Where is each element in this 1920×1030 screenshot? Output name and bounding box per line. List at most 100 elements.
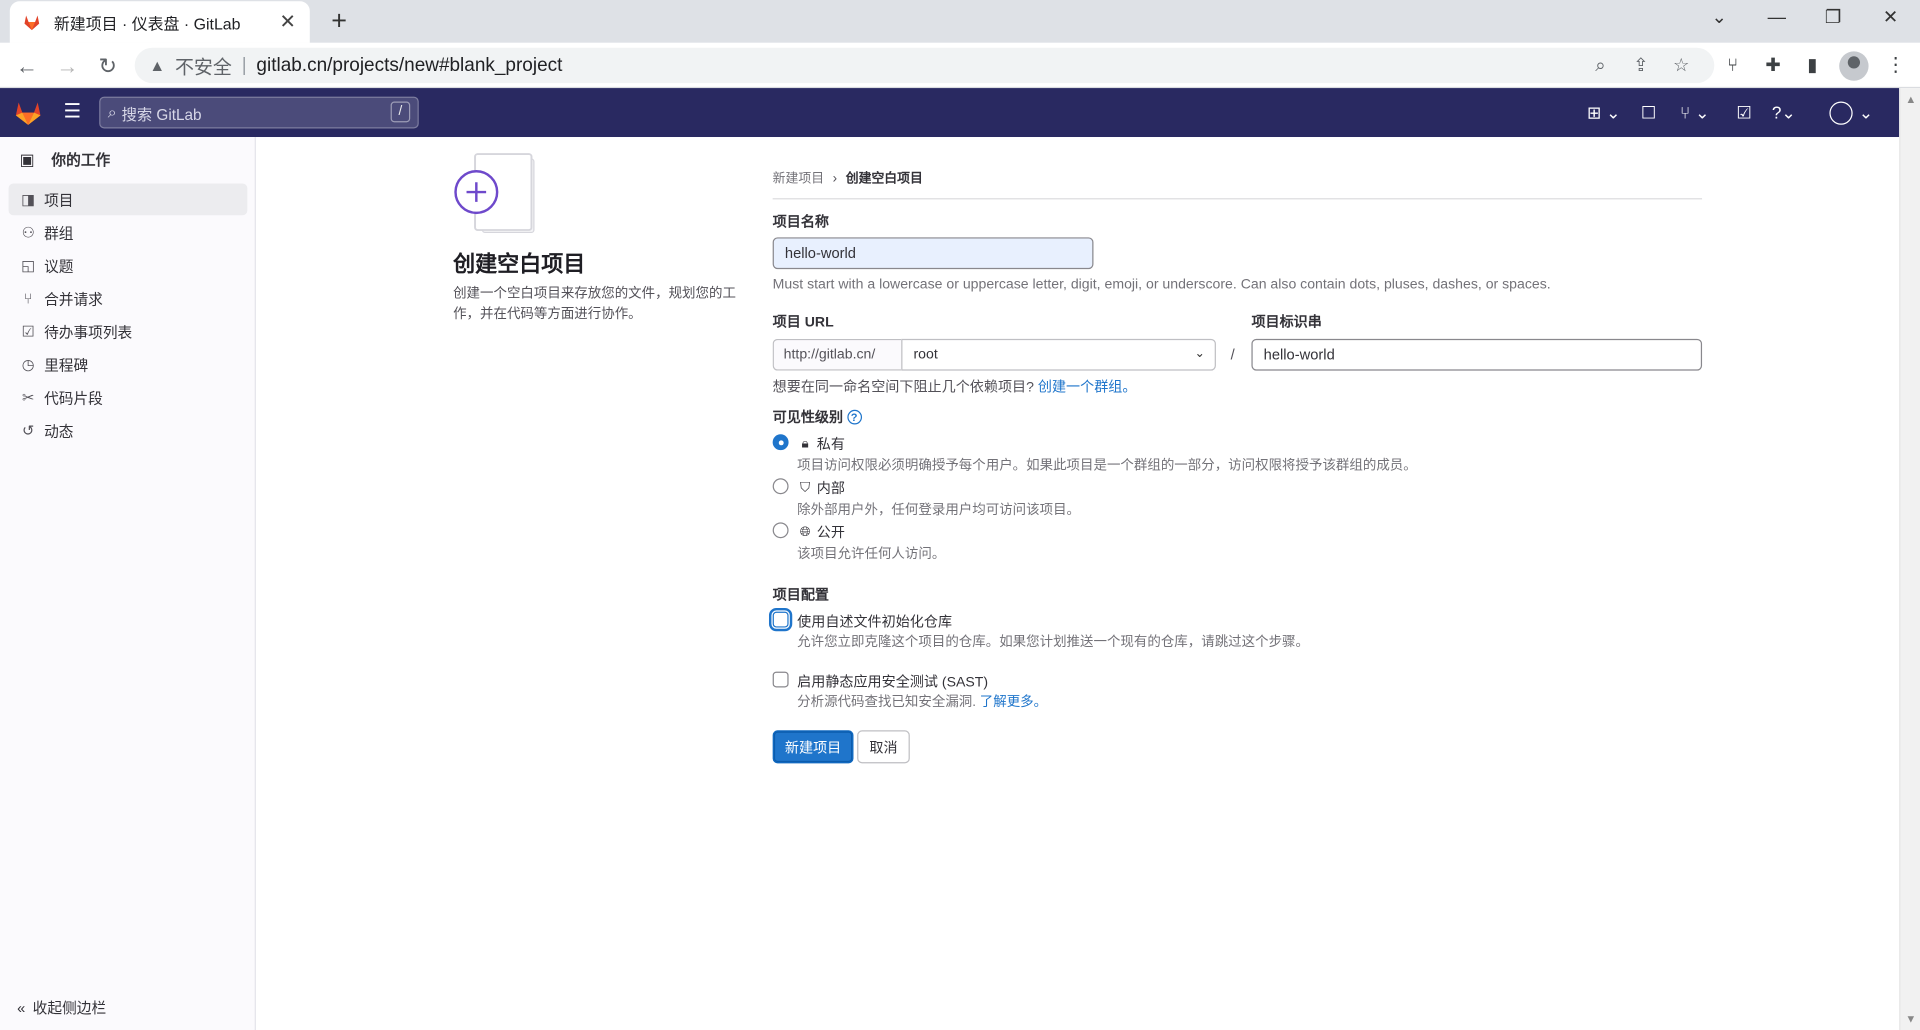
menu-hamburger-icon[interactable]: ☰ [61,100,83,124]
namespace-select[interactable]: root ⌄ [901,338,1216,371]
profile-avatar-icon[interactable] [1839,51,1869,81]
create-new-icon[interactable]: ⊞ ⌄ [1587,100,1621,124]
sidebar-item-activity[interactable]: ↺ 动态 [9,415,248,447]
sast-desc-end: 。 [1033,694,1048,710]
visibility-label: 可见性级别 ? [773,407,862,427]
browser-tab-bar: 新建项目 · 仪表盘 · GitLab ✕ + ⌄ — ❐ ✕ [0,0,1920,43]
side-panel-icon[interactable]: ▮ [1798,51,1827,80]
close-window-icon[interactable]: ✕ [1872,5,1909,32]
group-icon: ⚇ [21,223,35,241]
visibility-private-label: 私有 [816,437,845,453]
project-config-label: 项目配置 [772,588,829,604]
lock-icon: 🔒︎ [801,436,809,451]
extension-gitlab-icon[interactable]: ⑂ [1718,51,1747,80]
sast-learn-more-link[interactable]: 了解更多 [980,695,1034,710]
sidebar-item-label: 待办事项列表 [44,323,133,341]
url-text: gitlab.cn/projects/new#blank_project [256,54,563,76]
visibility-internal-radio[interactable] [772,478,789,495]
bookmark-star-icon[interactable]: ☆ [1668,53,1695,80]
breadcrumb-parent[interactable]: 新建项目 [773,169,824,187]
sidebar-item-todos[interactable]: ☑ 待办事项列表 [9,316,248,348]
readme-checkbox[interactable] [772,611,789,628]
sast-label[interactable]: 启用静态应用安全测试 (SAST) [797,672,988,692]
scroll-down-icon[interactable]: ▼ [1905,1013,1916,1025]
forward-icon[interactable]: → [53,51,82,80]
sidebar-item-label: 里程碑 [44,356,89,374]
collapse-sidebar-label: 收起侧边栏 [32,999,107,1017]
new-tab-button[interactable]: + [326,7,353,34]
scroll-up-icon[interactable]: ▲ [1905,93,1916,105]
cancel-button[interactable]: 取消 [857,730,910,764]
sidebar-item-issues[interactable]: ◱ 议题 [9,250,248,282]
shield-icon: ⛉ [800,480,811,495]
search-placeholder: 搜索 GitLab [121,105,202,123]
sast-checkbox[interactable] [772,671,789,688]
todo-icon: ☑ [21,322,35,341]
address-separator: | [241,54,247,76]
create-group-link[interactable]: 创建一个群组 [1038,380,1122,395]
sidebar-item-groups[interactable]: ⚇ 群组 [9,217,248,249]
double-chevron-left-icon: « [17,998,26,1016]
create-project-button[interactable]: 新建项目 [772,730,854,764]
share-icon[interactable]: ⇪ [1627,53,1654,80]
sidebar-item-merge-requests[interactable]: ⑂ 合并请求 [9,283,248,315]
breadcrumb: 新建项目 › 创建空白项目 [773,169,923,187]
browser-menu-icon[interactable]: ⋮ [1886,51,1906,80]
visibility-public-radio[interactable] [772,522,789,539]
sidebar-item-label: 代码片段 [44,389,103,407]
visibility-private-desc: 项目访问权限必须明确授予每个用户。如果此项目是一个群组的一部分，访问权限将授予该… [797,458,1417,474]
back-icon[interactable]: ← [12,51,41,80]
restore-icon[interactable]: ❐ [1815,5,1852,32]
visibility-internal-option[interactable]: ⛉ 内部 [797,478,845,498]
sidebar: ▣ 你的工作 ◨ 项目 ⚇ 群组 ◱ 议题 ⑂ 合并请求 ☑ 待办事项列表 ◷ … [0,137,256,1030]
project-name-help: Must start with a lowercase or uppercase… [772,277,1551,293]
vertical-scrollbar[interactable]: ▲ ▼ [1899,88,1920,1030]
globe-icon: 🌐︎ [799,524,811,539]
sidebar-item-projects[interactable]: ◨ 项目 [8,183,248,216]
todos-nav-icon[interactable]: ☑ [1736,100,1751,124]
visibility-private-option[interactable]: 🔒︎ 私有 [797,434,845,454]
browser-tab[interactable]: 新建项目 · 仪表盘 · GitLab ✕ [9,1,310,43]
sidebar-item-label: 群组 [44,224,74,242]
readme-desc: 允许您立即克隆这个项目的仓库。如果您计划推送一个现有的仓库，请跳过这个步骤。 [797,634,1309,650]
visibility-public-option[interactable]: 🌐︎ 公开 [797,522,845,542]
user-avatar-icon[interactable] [1829,101,1853,125]
search-input[interactable]: ⌕ 搜索 GitLab / [99,96,419,129]
minimize-icon[interactable]: — [1758,5,1795,32]
page-title: 创建空白项目 [453,251,586,277]
reload-icon[interactable]: ↻ [93,51,122,80]
sast-desc-line: 分析源代码查找已知安全漏洞. 了解更多。 [797,691,1047,711]
collapse-sidebar-button[interactable]: « 收起侧边栏 [17,997,106,1018]
sidebar-item-label: 议题 [44,257,74,275]
visibility-public-desc: 该项目允许任何人访问。 [797,546,946,562]
search-icon: ⌕ [107,102,117,122]
chevron-right-icon: › [832,170,838,186]
sidebar-item-milestones[interactable]: ◷ 里程碑 [9,349,248,381]
sidebar-item-label: 动态 [44,422,74,440]
tab-search-chevron-icon[interactable]: ⌄ [1701,5,1738,32]
namespace-value: root [913,347,938,363]
merge-request-icon: ⑂ [23,289,33,308]
help-question-icon[interactable]: ? [846,409,862,425]
visibility-private-radio[interactable] [772,434,789,451]
address-bar[interactable]: ▲ 不安全 | gitlab.cn/projects/new#blank_pro… [134,47,1715,84]
project-slug-input[interactable]: hello-world [1251,338,1703,371]
project-name-input[interactable]: hello-world [772,237,1094,270]
user-menu-chevron-icon[interactable]: ⌄ [1859,100,1873,124]
merge-requests-nav-icon[interactable]: ⑂ ⌄ [1680,100,1709,124]
zoom-icon[interactable]: ⌕ [1587,53,1614,80]
gitlab-logo-icon[interactable] [15,100,42,126]
help-nav-icon[interactable]: ?⌄ [1772,100,1796,124]
extensions-puzzle-icon[interactable]: ✚ [1758,51,1787,80]
search-shortcut-badge: / [390,101,411,123]
sidebar-heading-label: 你的工作 [51,151,111,169]
sidebar-item-label: 项目 [44,191,74,209]
issues-icon: ◱ [21,256,36,275]
tab-title: 新建项目 · 仪表盘 · GitLab [53,14,241,33]
gitlab-topbar: ☰ ⌕ 搜索 GitLab / ⊞ ⌄ ☐ ⑂ ⌄ ☑ ?⌄ ⌄ [0,88,1900,138]
tab-close-icon[interactable]: ✕ [278,10,298,34]
readme-label[interactable]: 使用自述文件初始化仓库 [797,612,952,632]
issues-nav-icon[interactable]: ☐ [1641,100,1656,124]
visibility-label-text: 可见性级别 [772,411,844,426]
sidebar-item-snippets[interactable]: ✂ 代码片段 [9,382,248,414]
